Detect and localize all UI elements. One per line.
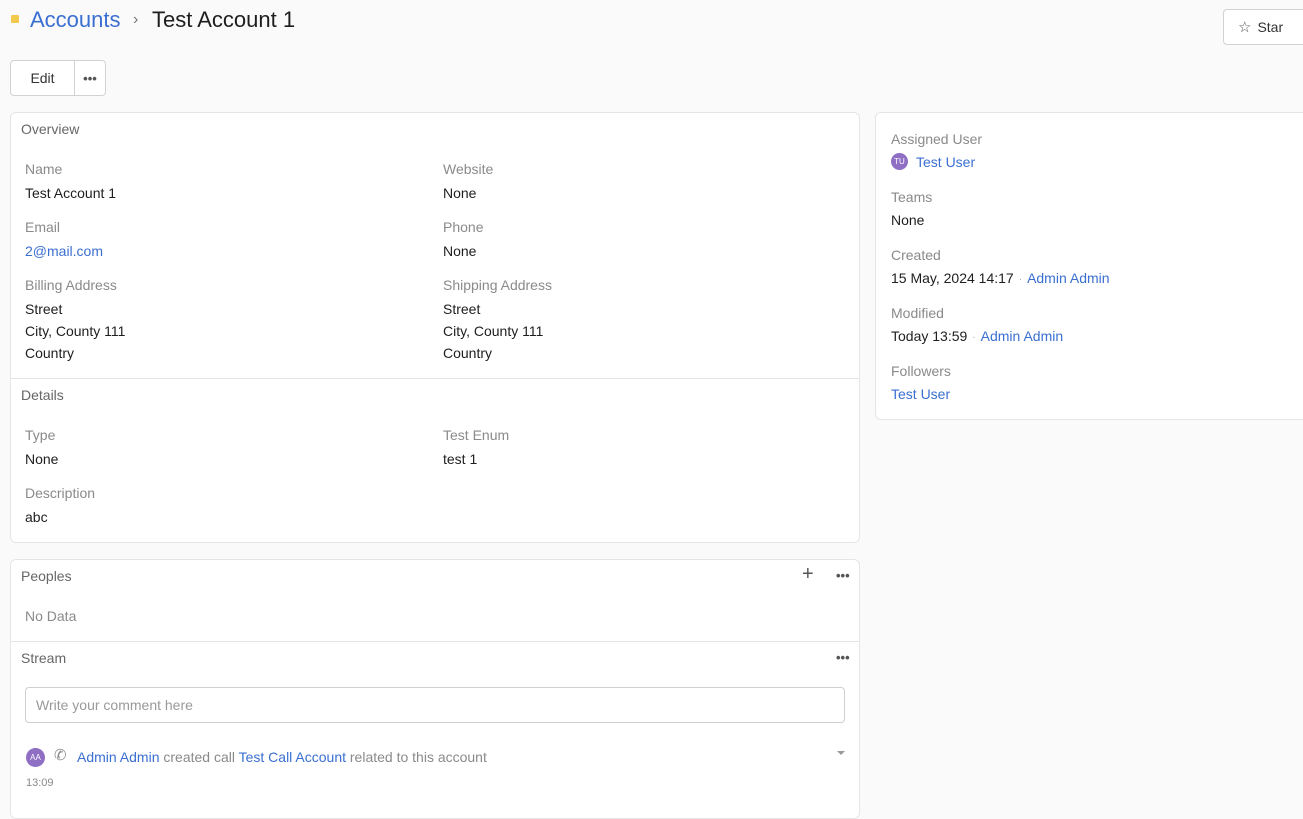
scope-color-indicator bbox=[11, 15, 19, 23]
created-by-link[interactable]: Admin Admin bbox=[1027, 270, 1109, 286]
teams-label: Teams bbox=[891, 189, 933, 205]
add-people-button[interactable]: + bbox=[802, 564, 814, 584]
stream-entry: Admin Admin created call Test Call Accou… bbox=[77, 748, 487, 766]
type-label: Type bbox=[25, 427, 56, 443]
section-divider bbox=[11, 641, 859, 642]
website-label: Website bbox=[443, 161, 494, 177]
stream-user-link[interactable]: Admin Admin bbox=[77, 749, 159, 765]
phone-icon: ✆ bbox=[54, 747, 67, 764]
side-panel: Assigned User TU Test User Teams None Cr… bbox=[875, 112, 1303, 420]
modified-label: Modified bbox=[891, 305, 944, 321]
avatar[interactable]: TU bbox=[891, 153, 908, 170]
website-value: None bbox=[443, 185, 477, 201]
followers-link[interactable]: Test User bbox=[891, 383, 950, 405]
created-value: 15 May, 2024 14:17 · Admin Admin bbox=[891, 267, 1110, 291]
billing-street: Street bbox=[25, 301, 63, 317]
assigned-user-link[interactable]: Test User bbox=[916, 151, 975, 173]
breadcrumb-accounts-link[interactable]: Accounts bbox=[30, 6, 121, 34]
email-link[interactable]: 2@mail.com bbox=[25, 240, 103, 262]
separator-dot: · bbox=[972, 332, 976, 343]
stream-timestamp: 13:09 bbox=[26, 777, 54, 789]
name-label: Name bbox=[25, 161, 63, 177]
stream-title: Stream bbox=[21, 650, 67, 666]
star-button-label: Star bbox=[1257, 19, 1284, 35]
star-icon: ☆ bbox=[1238, 18, 1252, 36]
modified-date: Today 13:59 bbox=[891, 328, 968, 344]
overview-title: Overview bbox=[21, 121, 80, 137]
followers-label: Followers bbox=[891, 363, 951, 379]
billing-country: Country bbox=[25, 345, 75, 361]
assigned-user-label: Assigned User bbox=[891, 131, 983, 147]
shipping-address-label: Shipping Address bbox=[443, 277, 552, 293]
description-label: Description bbox=[25, 485, 96, 501]
record-actions: Edit ••• bbox=[10, 60, 106, 96]
created-date: 15 May, 2024 14:17 bbox=[891, 270, 1014, 286]
shipping-country: Country bbox=[443, 345, 493, 361]
shipping-street: Street bbox=[443, 301, 481, 317]
star-button[interactable]: ☆ Star bbox=[1223, 9, 1303, 45]
page-header: Accounts › Test Account 1 ☆ Star bbox=[0, 0, 1303, 45]
name-value: Test Account 1 bbox=[25, 185, 117, 201]
comment-input[interactable] bbox=[25, 687, 845, 723]
page-title: Test Account 1 bbox=[152, 7, 296, 32]
stream-more-button[interactable]: ••• bbox=[836, 651, 850, 664]
phone-label: Phone bbox=[443, 219, 484, 235]
billing-address-label: Billing Address bbox=[25, 277, 117, 293]
billing-city: City, County 111 bbox=[25, 323, 126, 339]
test-enum-value: test 1 bbox=[443, 451, 478, 467]
edit-button[interactable]: Edit bbox=[10, 60, 75, 96]
stream-target-link[interactable]: Test Call Account bbox=[239, 749, 346, 765]
details-title: Details bbox=[21, 387, 64, 403]
created-label: Created bbox=[891, 247, 941, 263]
separator-dot: · bbox=[1018, 274, 1023, 285]
modified-by-link[interactable]: Admin Admin bbox=[981, 328, 1063, 344]
stream-suffix-text: related to this account bbox=[349, 749, 487, 765]
avatar[interactable]: AA bbox=[26, 748, 45, 767]
stream-action-text: created call bbox=[163, 749, 235, 765]
test-enum-label: Test Enum bbox=[443, 427, 510, 443]
phone-value: None bbox=[443, 243, 477, 259]
peoples-title: Peoples bbox=[21, 568, 72, 584]
type-value: None bbox=[25, 451, 59, 467]
peoples-empty-text: No Data bbox=[25, 608, 77, 624]
breadcrumb-chevron-icon: › bbox=[133, 11, 139, 28]
description-value: abc bbox=[25, 509, 48, 525]
peoples-more-button[interactable]: ••• bbox=[836, 569, 850, 582]
ellipsis-icon: ••• bbox=[83, 70, 97, 86]
modified-value: Today 13:59 · Admin Admin bbox=[891, 325, 1063, 349]
more-actions-button[interactable]: ••• bbox=[75, 60, 106, 96]
shipping-city: City, County 111 bbox=[443, 323, 544, 339]
section-divider bbox=[11, 378, 859, 379]
chevron-down-icon[interactable] bbox=[837, 751, 845, 755]
email-label: Email bbox=[25, 219, 61, 235]
overview-panel: Overview Name Test Account 1 Website Non… bbox=[10, 112, 860, 543]
teams-value: None bbox=[891, 212, 925, 228]
relationships-panel: Peoples + ••• No Data Stream ••• AA ✆ Ad… bbox=[10, 559, 860, 819]
